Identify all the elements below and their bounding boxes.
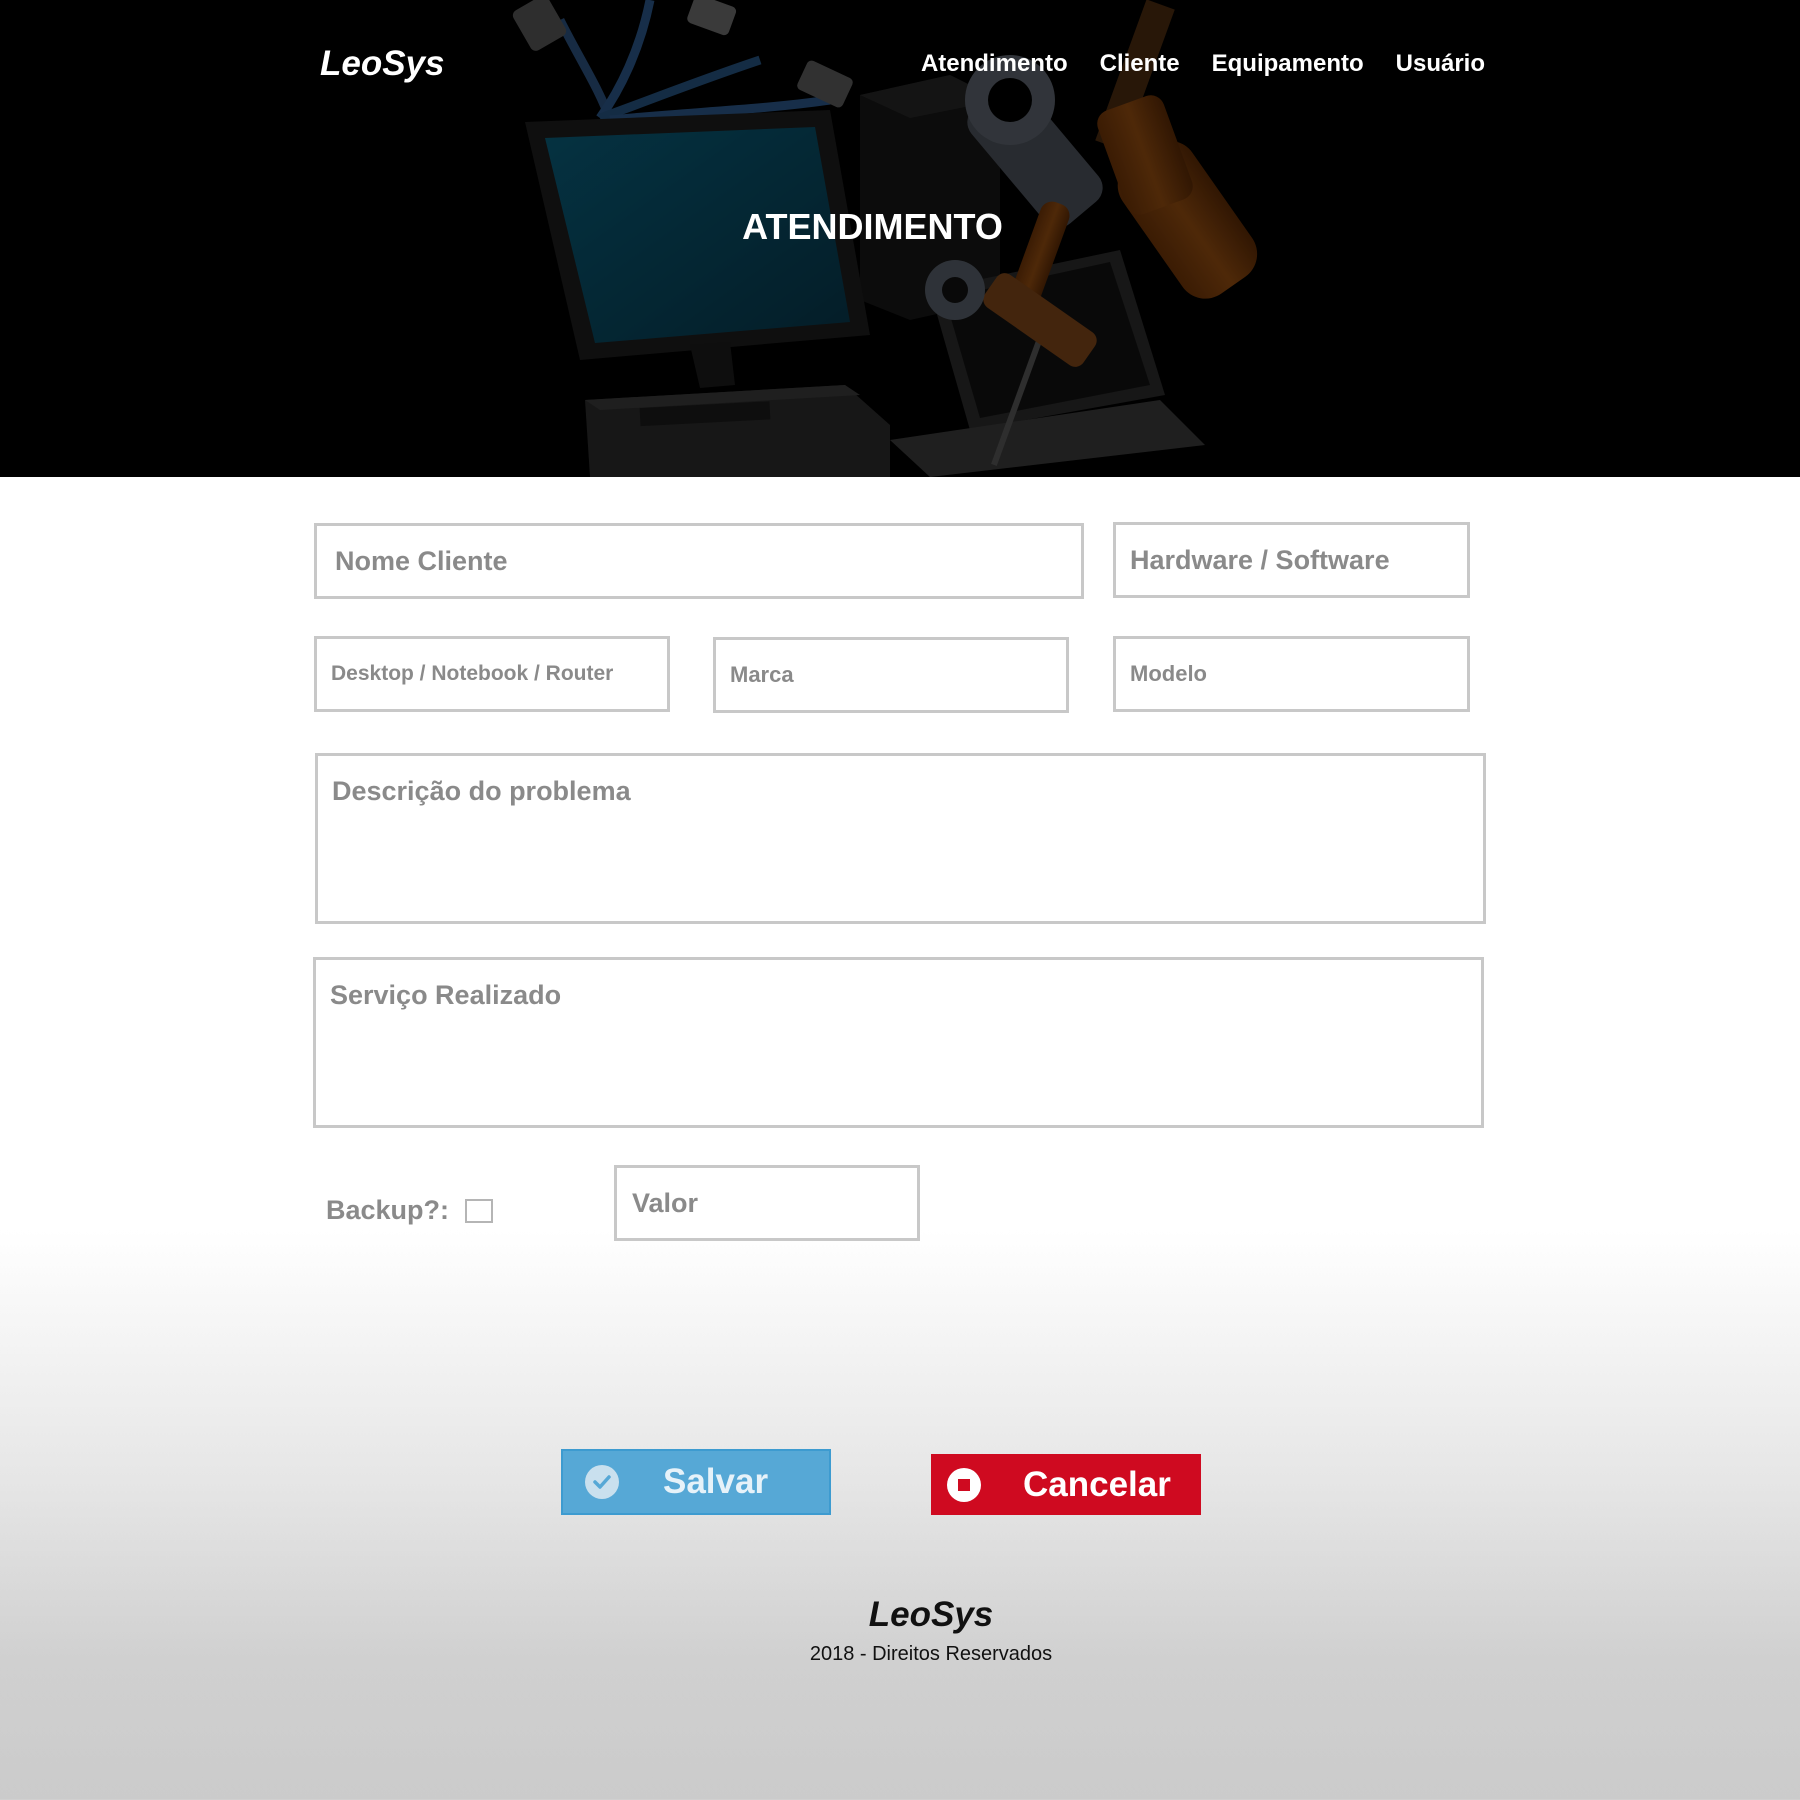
backup-field: Backup?:	[326, 1195, 494, 1226]
backup-checkbox[interactable]	[465, 1198, 494, 1223]
backup-label: Backup?:	[326, 1195, 450, 1225]
brand-logo[interactable]: LeoSys	[320, 44, 445, 84]
save-button-label: Salvar	[663, 1462, 769, 1501]
main-nav: Atendimento Cliente Equipamento Usuário	[921, 50, 1485, 78]
modelo-input[interactable]	[1113, 636, 1470, 712]
footer-brand: LeoSys	[868, 1595, 994, 1634]
servico-realizado-textarea[interactable]	[313, 957, 1484, 1128]
save-button[interactable]: Salvar	[561, 1449, 831, 1515]
nav-item-usuario[interactable]: Usuário	[1396, 50, 1485, 78]
hero-banner: LeoSys Atendimento Cliente Equipamento U…	[0, 0, 1800, 477]
nav-item-atendimento[interactable]: Atendimento	[921, 50, 1068, 78]
descricao-problema-textarea[interactable]	[315, 753, 1486, 924]
cancel-button-label: Cancelar	[1023, 1464, 1171, 1504]
nav-item-cliente[interactable]: Cliente	[1100, 50, 1180, 78]
cancel-button[interactable]: Cancelar	[931, 1454, 1201, 1515]
marca-input[interactable]	[713, 637, 1069, 713]
footer-copyright: 2018 - Direitos Reservados	[809, 1643, 1053, 1665]
nome-cliente-input[interactable]	[314, 523, 1084, 599]
valor-input[interactable]	[614, 1165, 920, 1241]
page-title: ATENDIMENTO	[742, 206, 1003, 247]
check-circle-icon	[585, 1465, 619, 1499]
nav-item-equipamento[interactable]: Equipamento	[1212, 50, 1364, 78]
stop-circle-icon	[947, 1467, 981, 1502]
equipamento-tipo-input[interactable]	[314, 636, 670, 712]
hardware-software-input[interactable]	[1113, 522, 1470, 598]
